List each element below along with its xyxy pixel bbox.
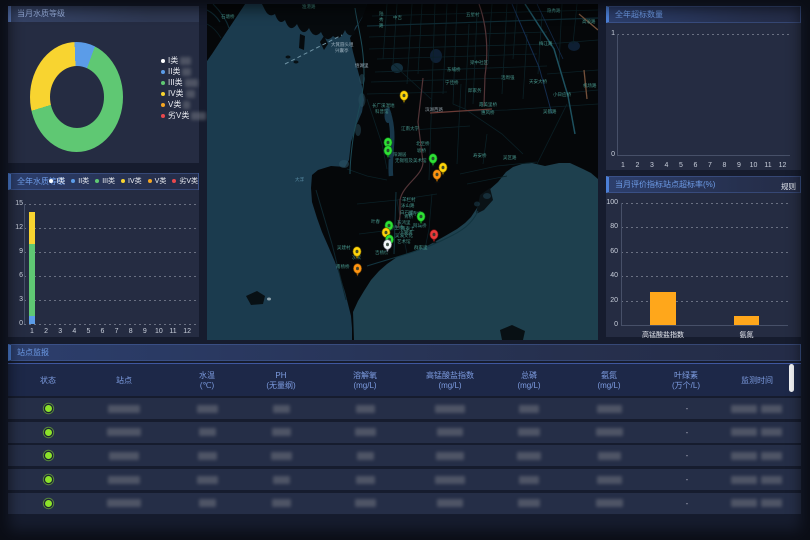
svg-text:无锡程及美术馆: 无锡程及美术馆	[395, 157, 427, 164]
svg-text:小日应桥: 小日应桥	[553, 91, 571, 98]
svg-text:邱家务: 邱家务	[468, 87, 482, 94]
svg-text:艺术馆: 艺术馆	[397, 238, 411, 245]
svg-text:坂桥: 坂桥	[417, 147, 426, 154]
svg-text:江南大学: 江南大学	[401, 125, 419, 132]
svg-text:宁佳桥: 宁佳桥	[445, 79, 459, 86]
svg-text:梁中社区: 梁中社区	[470, 59, 488, 66]
svg-text:寿安桥: 寿安桥	[473, 152, 487, 159]
svg-text:长广溪湿地: 长广溪湿地	[372, 102, 395, 109]
svg-text:阳湖居: 阳湖居	[393, 151, 407, 158]
svg-text:大浮: 大浮	[295, 176, 304, 183]
svg-text:羊栏村: 羊栏村	[402, 196, 416, 203]
svg-text:高浪路: 高浪路	[582, 18, 596, 25]
svg-text:惠风桥: 惠风桥	[481, 109, 495, 116]
svg-text:叶春: 叶春	[371, 218, 380, 225]
svg-text:滨湖西路: 滨湖西路	[425, 106, 443, 113]
svg-text:机场路: 机场路	[583, 82, 597, 89]
svg-text:青桥: 青桥	[404, 213, 413, 220]
svg-text:吴建村: 吴建村	[337, 244, 351, 251]
svg-text:活周强: 活周强	[501, 74, 515, 81]
svg-text:中吉: 中吉	[393, 14, 402, 21]
svg-text:路: 路	[379, 22, 384, 29]
svg-text:霞美里桥: 霞美里桥	[479, 101, 497, 108]
svg-text:大箕圆头咀: 大箕圆头咀	[331, 41, 354, 48]
svg-text:五星村: 五星村	[466, 11, 480, 17]
svg-text:悟湖里: 悟湖里	[355, 62, 369, 69]
svg-text:兴囊亭: 兴囊亭	[335, 47, 349, 54]
svg-text:天安大桥: 天安大桥	[529, 78, 547, 85]
svg-text:梅江路: 梅江路	[539, 40, 553, 47]
svg-text:科普馆: 科普馆	[375, 108, 389, 115]
svg-text:北至桥: 北至桥	[416, 140, 430, 147]
svg-text:阿城桥: 阿城桥	[413, 222, 427, 229]
svg-text:隐秀路: 隐秀路	[547, 7, 561, 14]
svg-text:南杨桥: 南杨桥	[336, 263, 350, 270]
svg-text:陆: 陆	[379, 10, 384, 17]
svg-text:吴溪文化: 吴溪文化	[395, 232, 413, 239]
svg-text:群家里: 群家里	[414, 244, 428, 251]
svg-text:泳山路: 泳山路	[401, 202, 415, 209]
svg-text:吴区路: 吴区路	[503, 154, 517, 161]
svg-text:石塘桥: 石塘桥	[221, 13, 235, 20]
svg-text:秀: 秀	[379, 16, 384, 23]
svg-text:吴都路: 吴都路	[543, 108, 557, 115]
svg-text:东埔桥: 东埔桥	[447, 66, 461, 73]
